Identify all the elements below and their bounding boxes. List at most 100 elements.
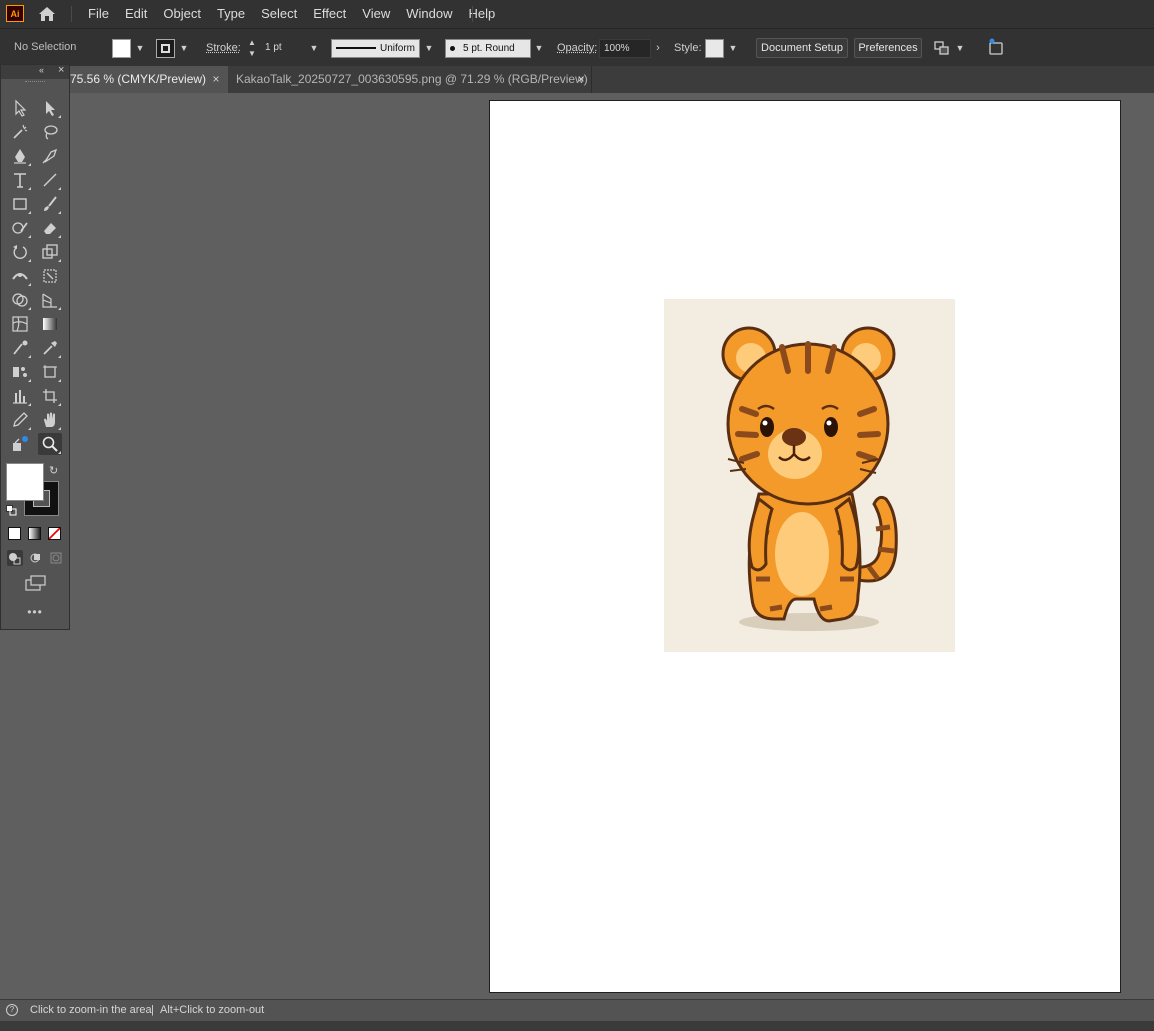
gradient-tool-icon[interactable]: [38, 313, 62, 335]
shape-builder-tool-icon[interactable]: [8, 289, 32, 311]
status-hint-secondary: Alt+Click to zoom-out: [160, 1004, 265, 1016]
menu-view[interactable]: View: [354, 0, 398, 28]
stroke-profile-label: Uniform: [380, 43, 416, 54]
stroke-label[interactable]: Stroke:: [206, 42, 241, 54]
curvature-tool-icon[interactable]: [38, 145, 62, 167]
tab-close-icon[interactable]: ×: [209, 66, 223, 93]
stroke-weight-chevron-icon[interactable]: ▼: [307, 39, 321, 58]
eyedropper-tool-icon[interactable]: [38, 337, 62, 359]
zoom-tool-icon[interactable]: [38, 433, 62, 455]
stroke-weight-field[interactable]: 1 pt: [261, 39, 307, 58]
opacity-field[interactable]: 100%: [599, 39, 651, 58]
shaper-tool-icon[interactable]: [8, 217, 32, 239]
column-graph-tool-icon[interactable]: [8, 385, 32, 407]
arrange-documents-icon[interactable]: [933, 39, 951, 57]
share-icon[interactable]: [987, 38, 1005, 56]
opacity-label[interactable]: Opacity:: [557, 42, 597, 54]
symbol-sprayer-tool-icon[interactable]: [8, 361, 32, 383]
pen-tool-icon[interactable]: [8, 145, 32, 167]
fill-dropdown-chevron-icon[interactable]: ▼: [133, 39, 147, 58]
hand-tool-icon[interactable]: [38, 409, 62, 431]
free-transform-tool-icon[interactable]: [38, 265, 62, 287]
puppet-warp-tool-icon[interactable]: [8, 433, 32, 455]
menu-file[interactable]: File: [80, 0, 117, 28]
menu-edit[interactable]: Edit: [117, 0, 155, 28]
tools-panel-header[interactable]: « ×: [1, 64, 69, 79]
collapse-icon[interactable]: «: [39, 65, 44, 75]
gradient-mode-icon[interactable]: [28, 527, 41, 540]
brush-field[interactable]: 5 pt. Round: [445, 39, 531, 58]
perspective-grid-tool-icon[interactable]: [38, 289, 62, 311]
style-swatch[interactable]: [705, 39, 724, 58]
menu-object[interactable]: Object: [155, 0, 209, 28]
tab-label: KakaoTalk_20250727_003630595.png @ 71.29…: [236, 72, 588, 86]
bottom-bar: [0, 1021, 1154, 1031]
selection-tool-icon[interactable]: [8, 97, 32, 119]
status-separator: |: [151, 1004, 154, 1016]
default-colors-icon[interactable]: [6, 505, 17, 516]
stroke-swatch[interactable]: [156, 39, 175, 58]
fill-swatch[interactable]: [112, 39, 131, 58]
paintbrush-tool-icon[interactable]: [38, 193, 62, 215]
document-tab-bar: 75.56 % (CMYK/Preview) × KakaoTalk_20250…: [0, 66, 1154, 93]
document-setup-button[interactable]: Document Setup: [756, 38, 848, 58]
blend-tool-icon[interactable]: [8, 337, 32, 359]
fill-color-box[interactable]: [6, 463, 44, 501]
pencil-tool-icon[interactable]: [8, 409, 32, 431]
lasso-tool-icon[interactable]: [38, 121, 62, 143]
edit-toolbar-icon[interactable]: •••: [1, 605, 69, 619]
style-label: Style:: [674, 42, 702, 54]
menu-window[interactable]: Window: [398, 0, 460, 28]
grip-handle[interactable]: [25, 81, 45, 84]
line-segment-tool-icon[interactable]: [38, 169, 62, 191]
swap-fill-stroke-icon[interactable]: ↻: [49, 464, 63, 477]
slice-tool-icon[interactable]: [38, 385, 62, 407]
scale-tool-icon[interactable]: [38, 241, 62, 263]
stroke-profile-chevron-icon[interactable]: ▼: [422, 39, 436, 58]
tab-close-icon[interactable]: ×: [574, 66, 588, 93]
stroke-dropdown-chevron-icon[interactable]: ▼: [177, 39, 191, 58]
magic-wand-tool-icon[interactable]: [8, 121, 32, 143]
draw-behind-icon[interactable]: [28, 550, 44, 566]
rectangle-tool-icon[interactable]: [8, 193, 32, 215]
menu-type[interactable]: Type: [209, 0, 253, 28]
menu-help[interactable]: Help: [460, 0, 503, 28]
tools-panel: « × ↻ •••: [0, 64, 70, 630]
stroke-weight-stepper[interactable]: ▲ ▼: [245, 37, 259, 58]
tab-document-1[interactable]: 75.56 % (CMYK/Preview) ×: [70, 66, 228, 93]
draw-inside-icon[interactable]: [48, 550, 64, 566]
menu-bar: Ai File Edit Object Type Select Effect V…: [0, 0, 1154, 28]
tiger-image[interactable]: [664, 299, 955, 652]
brush-label: 5 pt. Round: [463, 43, 515, 54]
rotate-tool-icon[interactable]: [8, 241, 32, 263]
artboard-tool-icon[interactable]: [38, 361, 62, 383]
control-bar: No Selection ▼ ▼ Stroke: ▲ ▼ 1 pt ▼ Unifo…: [0, 28, 1154, 66]
mesh-tool-icon[interactable]: [8, 313, 32, 335]
menu-effect[interactable]: Effect: [305, 0, 354, 28]
home-icon[interactable]: [37, 5, 57, 23]
style-chevron-icon[interactable]: ▼: [726, 39, 740, 58]
close-icon[interactable]: ×: [58, 64, 64, 76]
selection-status: No Selection: [14, 41, 77, 53]
tab-document-2[interactable]: KakaoTalk_20250727_003630595.png @ 71.29…: [228, 66, 592, 93]
width-tool-icon[interactable]: [8, 265, 32, 287]
opacity-chevron-right-icon[interactable]: ›: [651, 39, 665, 58]
type-tool-icon[interactable]: [8, 169, 32, 191]
eraser-tool-icon[interactable]: [38, 217, 62, 239]
screen-mode-icon[interactable]: [24, 575, 48, 591]
direct-selection-tool-icon[interactable]: [38, 97, 62, 119]
menu-divider: [71, 6, 72, 22]
illustrator-logo: Ai: [6, 5, 24, 22]
arrange-chevron-icon[interactable]: ▼: [953, 39, 967, 58]
tab-label: 75.56 % (CMYK/Preview): [70, 72, 207, 86]
menu-select[interactable]: Select: [253, 0, 305, 28]
menu-divider: [472, 6, 473, 22]
brush-chevron-icon[interactable]: ▼: [532, 39, 546, 58]
color-mode-icon[interactable]: [8, 527, 21, 540]
preferences-button[interactable]: Preferences: [854, 38, 922, 58]
status-bar: ? Click to zoom-in the area | Alt+Click …: [0, 999, 1154, 1022]
draw-normal-icon[interactable]: [7, 550, 23, 566]
none-mode-icon[interactable]: [48, 527, 61, 540]
info-icon: ?: [6, 1004, 18, 1016]
stroke-profile-field[interactable]: Uniform: [331, 39, 420, 58]
